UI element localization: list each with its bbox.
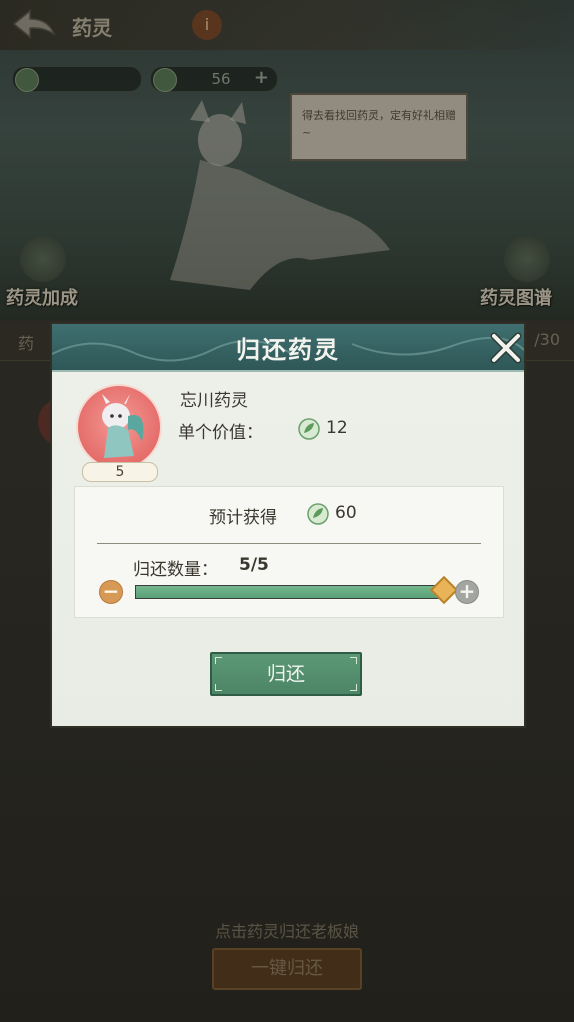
spirit-coin-icon	[307, 503, 329, 525]
expected-value: 60	[335, 503, 357, 523]
return-button[interactable]: 归还	[210, 652, 362, 696]
increase-button[interactable]: +	[455, 580, 479, 604]
unit-value-label: 单个价值：	[178, 423, 263, 443]
spirit-name: 忘川药灵	[180, 391, 248, 411]
spirit-coin-icon	[298, 418, 320, 440]
dialog-header: 归还药灵	[52, 324, 524, 372]
slider-handle[interactable]	[429, 575, 459, 605]
spirit-avatar	[76, 384, 162, 470]
quantity-label: 归还数量：	[133, 560, 218, 580]
slider-fill	[136, 586, 444, 598]
quantity-value: 5/5	[239, 555, 269, 575]
expected-label: 预计获得	[209, 508, 277, 528]
return-spirit-dialog: 归还药灵 5 忘川药灵 单个价值： 12 预计获得 60 归还数量： 5/5 −	[50, 322, 526, 728]
unit-value: 12	[326, 418, 348, 438]
close-icon[interactable]	[488, 330, 524, 366]
return-panel: 预计获得 60 归还数量： 5/5 − +	[74, 486, 504, 618]
decrease-button[interactable]: −	[99, 580, 123, 604]
return-button-label: 归还	[266, 663, 305, 685]
quantity-slider[interactable]	[135, 575, 459, 605]
spirit-portrait-icon	[102, 394, 144, 458]
dialog-title: 归还药灵	[236, 336, 340, 364]
owned-count: 5	[82, 462, 158, 482]
divider	[97, 543, 481, 544]
